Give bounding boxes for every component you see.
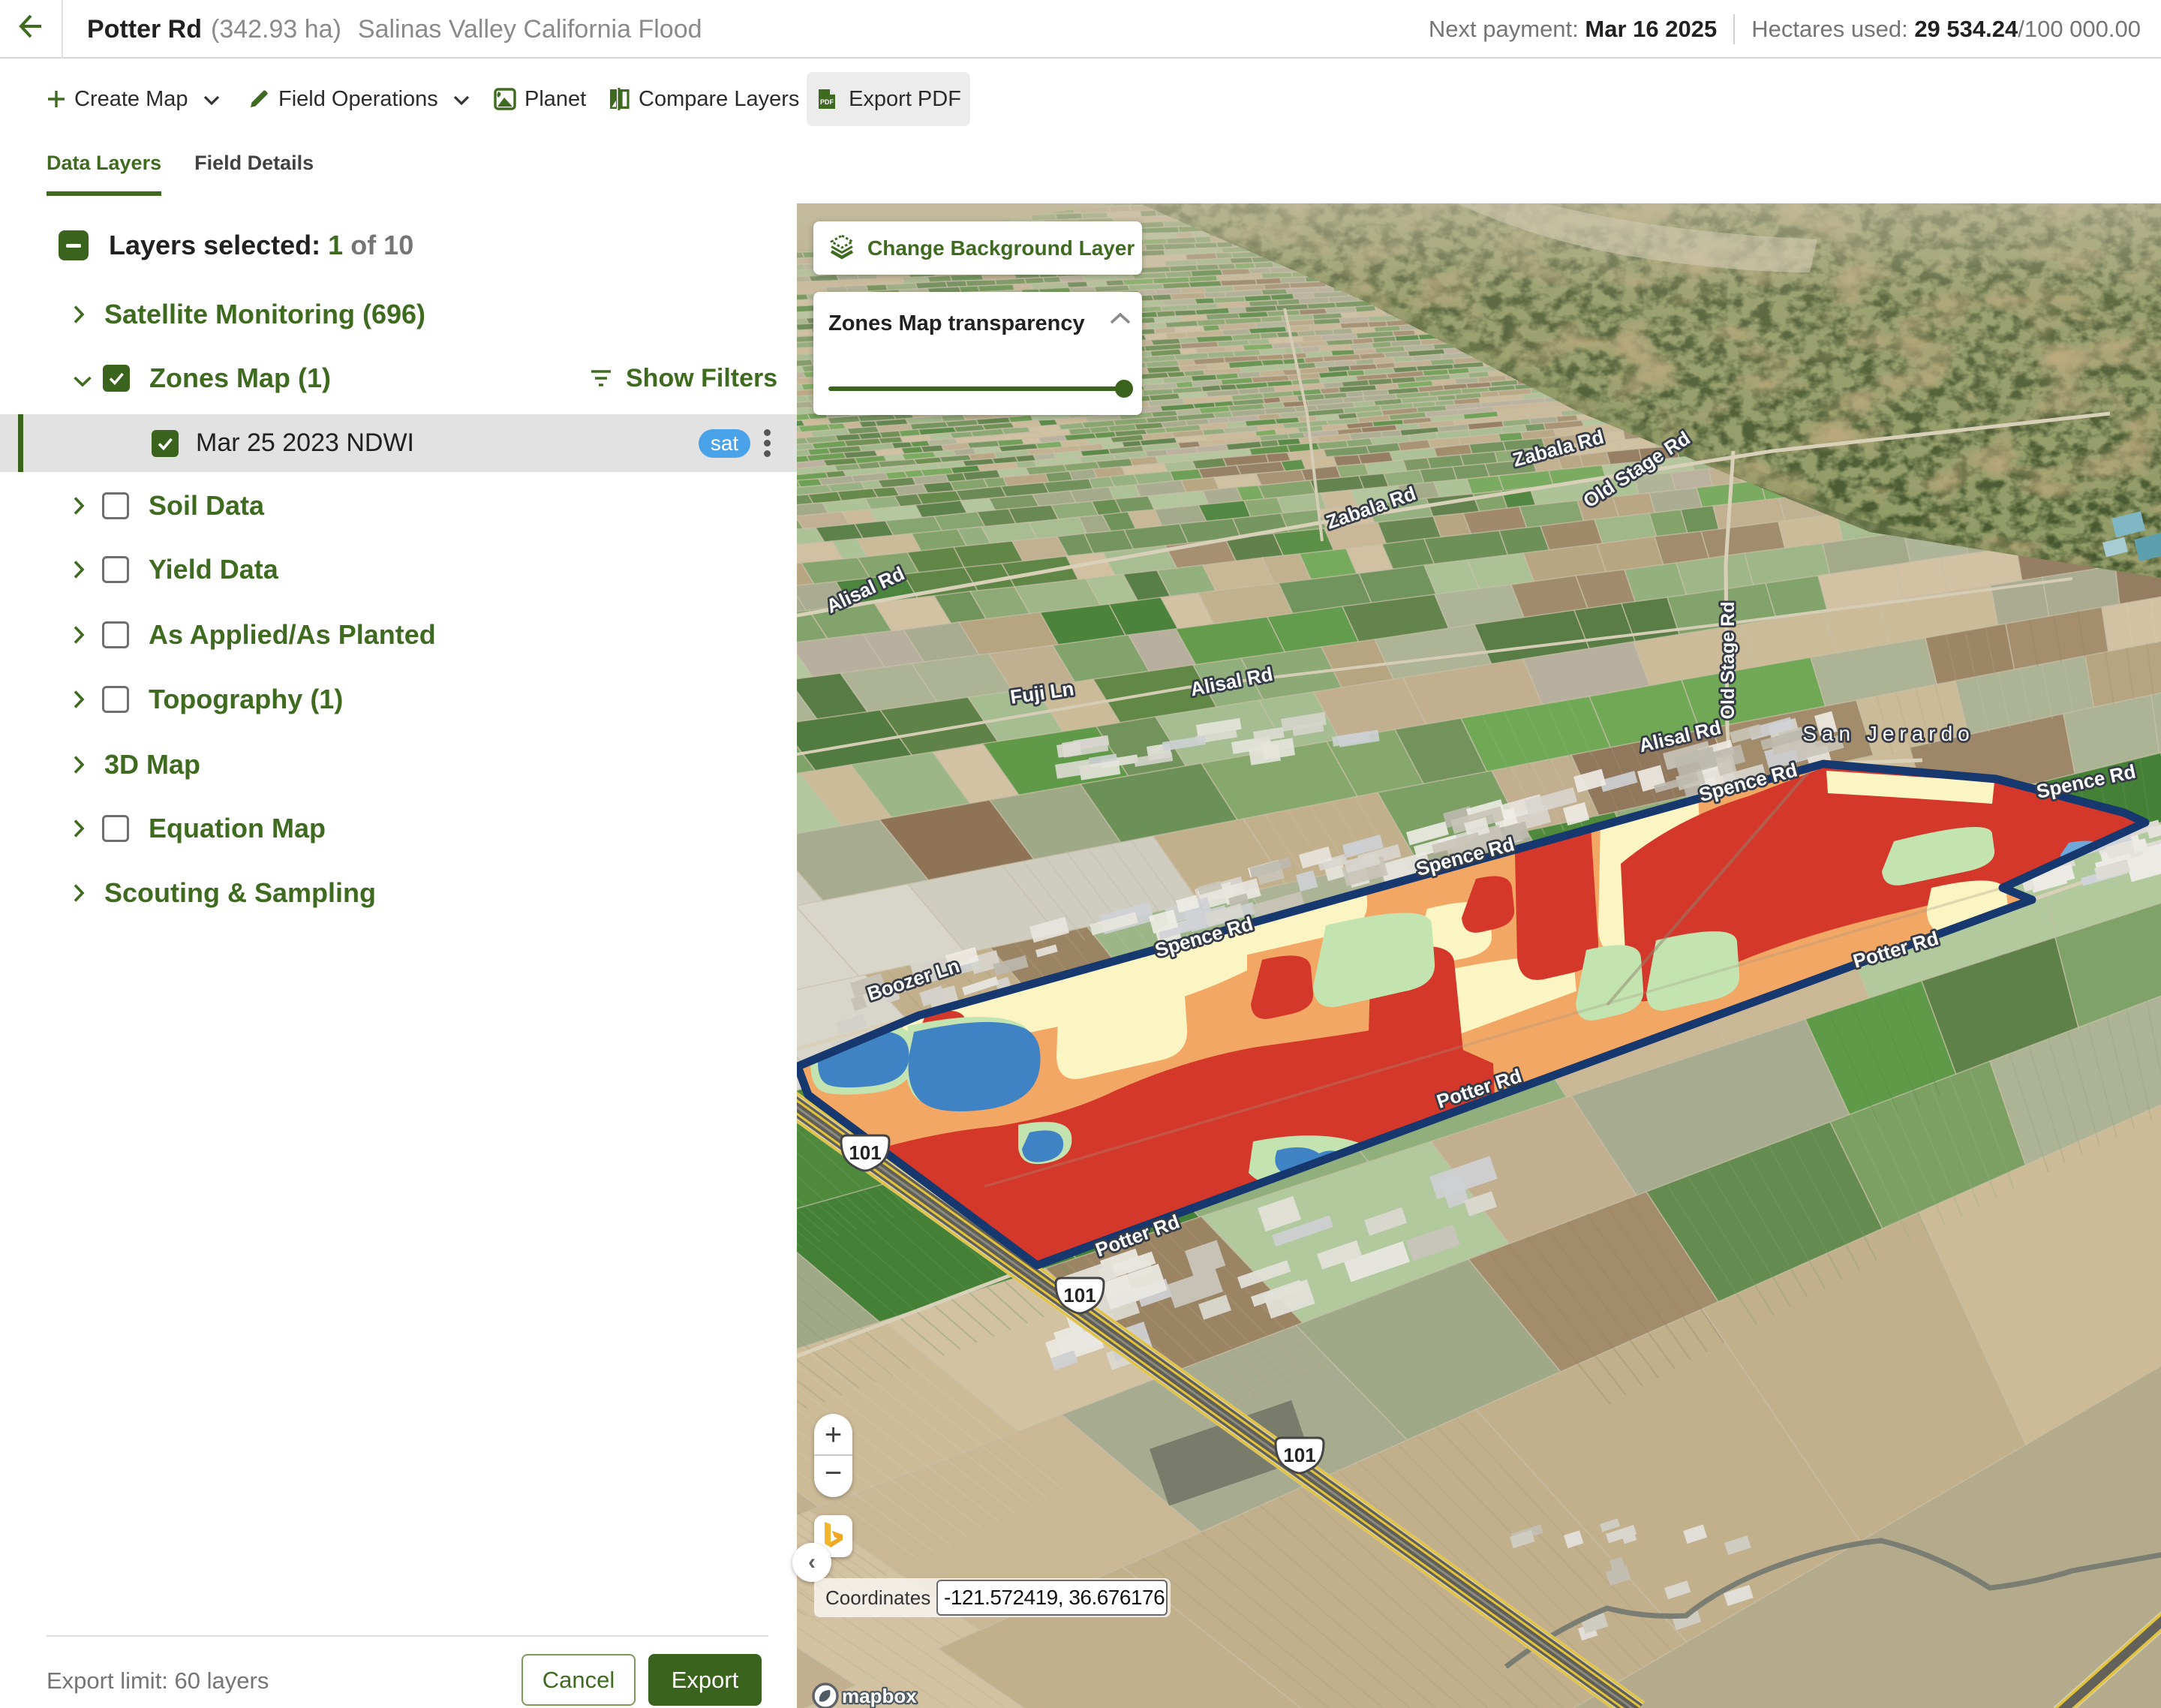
svg-text:101: 101 [849, 1141, 881, 1164]
svg-text:San Jerardo: San Jerardo [1802, 722, 1975, 745]
svg-text:101: 101 [1063, 1284, 1096, 1307]
svg-text:mapbox: mapbox [842, 1685, 917, 1707]
svg-text:PDF: PDF [820, 98, 834, 106]
svg-text:101: 101 [1283, 1444, 1315, 1466]
svg-text:Old Stage Rd: Old Stage Rd [1718, 602, 1739, 720]
